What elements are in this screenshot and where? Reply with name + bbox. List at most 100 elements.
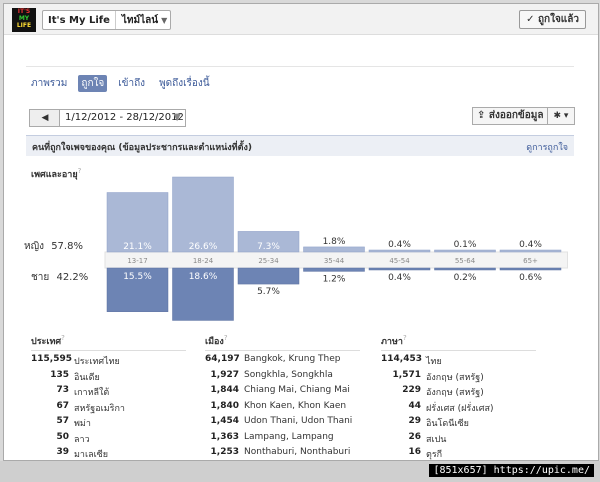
help-icon[interactable]: ?	[61, 334, 65, 342]
list-item-count: 57	[56, 416, 69, 426]
age-tick-label: 13-17	[127, 257, 147, 265]
languages-table: ภาษา? 114,453 ไทย 1,571 อังกฤษ (สหรัฐ) 229 อั…	[381, 334, 536, 460]
list-item-name: ลาว	[74, 434, 90, 445]
list-item: 1,454 Udon Thani, Udon Thani	[205, 416, 360, 432]
countries-heading-text: ประเทศ	[31, 337, 62, 347]
female-value-label: 0.4%	[388, 240, 411, 250]
cities-list: 64,197 Bangkok, Krung Thep 1,927 Songkhla, …	[205, 354, 360, 460]
female-value-label: 7.3%	[257, 242, 280, 252]
male-bar	[499, 267, 562, 271]
list-item: 16 ตุรกี	[381, 447, 536, 460]
list-item: 1,840 Khon Kaen, Khon Kaen	[205, 401, 360, 417]
male-value-label: 15.5%	[123, 272, 152, 282]
list-item: 67 สหรัฐอเมริกา	[31, 401, 186, 417]
male-value-label: 18.6%	[189, 272, 218, 282]
list-item: 64,197 Bangkok, Krung Thep	[205, 354, 360, 370]
list-item-name: Nonthaburi, Nonthaburi	[244, 447, 351, 457]
male-bar	[237, 267, 300, 285]
list-item-name: พม่า	[74, 419, 91, 429]
list-item-name: Lampang, Lampang	[244, 431, 334, 442]
female-bar	[368, 249, 431, 253]
languages-list: 114,453 ไทย 1,571 อังกฤษ (สหรัฐ) 229 อังกฤษ (…	[381, 354, 536, 460]
list-item-name: Khon Kaen, Khon Kaen	[244, 400, 347, 411]
list-item: 1,363 Lampang, Lampang	[205, 432, 360, 448]
list-item-name: สเปน	[426, 434, 447, 445]
list-item-count: 73	[56, 385, 69, 395]
list-item-count: 44	[408, 400, 421, 411]
female-value-label: 0.4%	[519, 240, 542, 250]
age-tick-label: 45-54	[389, 257, 410, 265]
female-bar	[303, 246, 365, 253]
watermark: [851x657] https://upic.me/	[429, 464, 594, 477]
list-item-count: 135	[50, 369, 69, 380]
list-item-count: 1,253	[210, 447, 239, 457]
list-item-count: 1,571	[392, 369, 421, 380]
list-item-name: Chiang Mai, Chiang Mai	[244, 385, 350, 395]
list-item-name: Songkhla, Songkhla	[244, 369, 333, 380]
countries-list: 115,595 ประเทศไทย 135 อินเดีย 73 เกาหลีใต้ 67 ส…	[31, 354, 186, 460]
list-item-name: Bangkok, Krung Thep	[244, 354, 341, 364]
list-item-name: อังกฤษ (สหรัฐ)	[426, 372, 484, 383]
languages-heading: ภาษา?	[381, 334, 536, 351]
countries-table: ประเทศ? 115,595 ประเทศไทย 135 อินเดีย 73 เกาห…	[31, 334, 186, 460]
male-value-label: 0.6%	[519, 273, 542, 283]
male-bar	[303, 267, 365, 272]
list-item-name: ตุรกี	[426, 450, 443, 460]
age-tick-label: 18-24	[193, 257, 214, 265]
list-item: 114,453 ไทย	[381, 354, 536, 370]
languages-heading-text: ภาษา	[381, 337, 403, 347]
list-item-count: 1,844	[210, 385, 239, 395]
list-item: 44 ฝรั่งเศส (ฝรั่งเศส)	[381, 401, 536, 417]
female-value-label: 0.1%	[454, 240, 477, 250]
list-item-count: 64,197	[205, 354, 240, 364]
list-item-count: 229	[402, 385, 421, 395]
countries-heading: ประเทศ?	[31, 334, 186, 351]
female-value-label: 1.8%	[323, 237, 346, 247]
list-item-count: 39	[56, 447, 69, 457]
list-item: 57 พม่า	[31, 416, 186, 432]
male-value-label: 0.4%	[388, 273, 411, 283]
age-tick-label: 55-64	[455, 257, 476, 265]
list-item-name: เกาหลีใต้	[74, 388, 110, 398]
list-item: 29 อินโดนีเซีย	[381, 416, 536, 432]
list-item: 229 อังกฤษ (สหรัฐ)	[381, 385, 536, 401]
age-tick-label: 25-34	[258, 257, 279, 265]
female-value-label: 21.1%	[123, 242, 152, 252]
male-bar	[434, 267, 496, 271]
list-item: 26 สเปน	[381, 432, 536, 448]
female-value-label: 26.6%	[189, 242, 218, 252]
list-item: 1,253 Nonthaburi, Nonthaburi	[205, 447, 360, 460]
male-value-label: 0.2%	[454, 273, 477, 283]
list-item-name: อินเดีย	[74, 372, 100, 383]
list-item-count: 29	[408, 416, 421, 426]
help-icon[interactable]: ?	[403, 334, 407, 342]
female-bar	[434, 249, 496, 253]
list-item-count: 115,595	[31, 354, 72, 364]
list-item-count: 16	[408, 447, 421, 457]
list-item: 73 เกาหลีใต้	[31, 385, 186, 401]
list-item: 50 ลาว	[31, 432, 186, 448]
cities-heading-text: เมือง	[205, 337, 224, 347]
male-value-label: 1.2%	[323, 274, 346, 284]
list-item-name: สหรัฐอเมริกา	[74, 403, 125, 414]
list-item-name: อินโดนีเซีย	[426, 419, 469, 429]
list-item-name: มาเลเซีย	[74, 450, 109, 460]
female-bar	[172, 176, 234, 253]
cities-heading: เมือง?	[205, 334, 360, 351]
male-value-label: 5.7%	[257, 287, 280, 297]
list-item-count: 1,454	[210, 416, 239, 426]
list-item-name: ฝรั่งเศส (ฝรั่งเศส)	[426, 403, 494, 414]
list-item-count: 1,927	[210, 369, 239, 380]
list-item-count: 26	[408, 431, 421, 442]
list-item: 1,571 อังกฤษ (สหรัฐ)	[381, 370, 536, 386]
help-icon[interactable]: ?	[224, 334, 228, 342]
male-bar	[368, 267, 431, 271]
page-insights-panel: IT'S MY LIFE It's My Life ไทม์ไลน์ ▼ ✓ ถ…	[3, 3, 599, 461]
female-bar	[499, 249, 562, 253]
list-item-count: 50	[56, 431, 69, 442]
list-item: 1,844 Chiang Mai, Chiang Mai	[205, 385, 360, 401]
age-gender-chart: 13-17 21.1% 15.5% 18-24 26.6% 18.6% 25-34 7.3% 5…	[104, 176, 568, 321]
list-item-name: Udon Thani, Udon Thani	[244, 416, 353, 426]
list-item-name: ไทย	[426, 357, 442, 367]
list-item-name: ประเทศไทย	[74, 357, 120, 367]
